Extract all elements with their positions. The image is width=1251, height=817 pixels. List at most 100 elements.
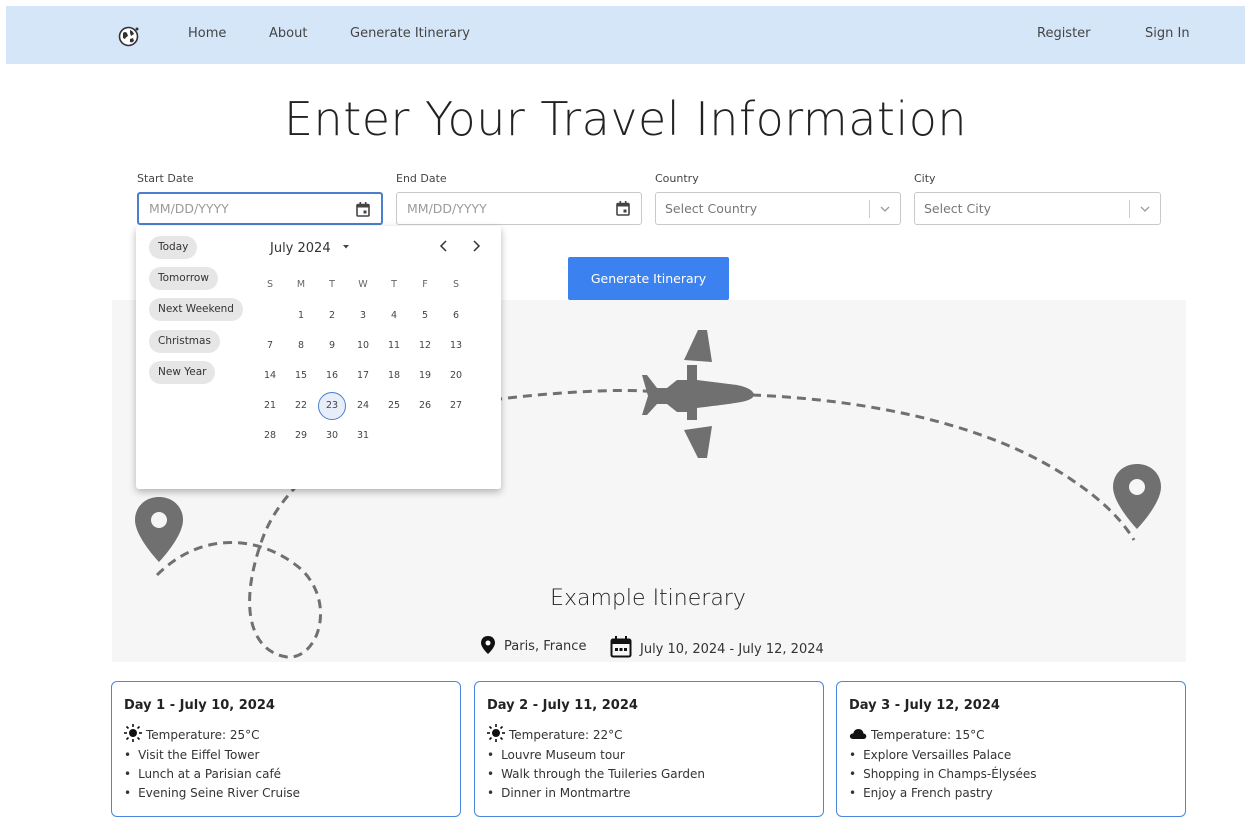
nav-register-link[interactable]: Register: [1037, 26, 1091, 41]
caret-down-icon[interactable]: [341, 242, 351, 252]
city-select[interactable]: Select City: [914, 192, 1161, 225]
activity-list: Visit the Eiffel Tower Lunch at a Parisi…: [124, 748, 300, 805]
previous-month-button[interactable]: [438, 239, 450, 257]
calendar-day[interactable]: 31: [349, 422, 377, 450]
calendar-day[interactable]: 17: [349, 362, 377, 390]
nav-generate-itinerary-link[interactable]: Generate Itinerary: [350, 26, 470, 41]
city-label: City: [914, 172, 936, 185]
calendar-day[interactable]: 3: [349, 302, 377, 330]
chevron-down-icon[interactable]: [879, 203, 891, 215]
calendar-day[interactable]: 11: [380, 332, 408, 360]
example-dates-text: July 10, 2024 - July 12, 2024: [640, 642, 824, 657]
example-itinerary-title: Example Itinerary: [550, 586, 746, 611]
end-date-label: End Date: [396, 172, 447, 185]
weekday-header: W: [358, 279, 368, 290]
calendar-day[interactable]: 8: [287, 332, 315, 360]
list-item: Enjoy a French pastry: [849, 786, 1037, 805]
list-item: Explore Versailles Palace: [849, 748, 1037, 767]
calendar-day[interactable]: 28: [256, 422, 284, 450]
chevron-left-icon[interactable]: [438, 239, 450, 253]
navbar: Home About Generate Itinerary Register S…: [6, 6, 1245, 64]
country-select-value: Select Country: [665, 201, 758, 216]
calendar-day[interactable]: 12: [411, 332, 439, 360]
month-year-label: July 2024: [270, 241, 331, 256]
calendar-day[interactable]: 2: [318, 302, 346, 330]
day-card-1: Day 1 - July 10, 2024 Temperature: 25°C …: [111, 681, 461, 817]
calendar-day[interactable]: 5: [411, 302, 439, 330]
shortcut-christmas-chip[interactable]: Christmas: [149, 330, 220, 353]
day-title: Day 2 - July 11, 2024: [487, 698, 638, 713]
list-item: Dinner in Montmartre: [487, 786, 705, 805]
select-separator: [1129, 200, 1130, 218]
day-title: Day 1 - July 10, 2024: [124, 698, 275, 713]
calendar-day-today[interactable]: 23: [318, 392, 346, 420]
calendar-day[interactable]: 16: [318, 362, 346, 390]
sun-icon: [487, 724, 505, 742]
calendar-day[interactable]: 26: [411, 392, 439, 420]
date-picker-popup: Today Tomorrow Next Weekend Christmas Ne…: [136, 226, 501, 489]
start-date-field[interactable]: [137, 192, 383, 225]
calendar-day[interactable]: 10: [349, 332, 377, 360]
example-location: Paris, France: [480, 636, 586, 654]
calendar-day[interactable]: 27: [442, 392, 470, 420]
calendar-day[interactable]: 21: [256, 392, 284, 420]
chevron-down-icon[interactable]: [1139, 203, 1151, 215]
temperature-row: Temperature: 15°C: [849, 724, 985, 742]
globe-logo-icon[interactable]: [118, 25, 140, 47]
calendar-day[interactable]: 29: [287, 422, 315, 450]
calendar-day[interactable]: 13: [442, 332, 470, 360]
calendar-day[interactable]: 22: [287, 392, 315, 420]
calendar-day[interactable]: 30: [318, 422, 346, 450]
cloud-icon: [849, 729, 867, 739]
start-date-input[interactable]: [149, 194, 343, 223]
calendar-day[interactable]: 18: [380, 362, 408, 390]
sun-icon: [124, 724, 142, 742]
calendar-day[interactable]: 1: [287, 302, 315, 330]
location-pin-icon: [481, 636, 495, 654]
city-select-value: Select City: [924, 201, 992, 216]
next-month-button[interactable]: [470, 239, 482, 257]
calendar-icon[interactable]: [356, 202, 370, 217]
weekday-header: M: [296, 279, 306, 290]
temperature-text: Temperature: 15°C: [871, 728, 985, 742]
example-location-text: Paris, France: [504, 639, 587, 654]
list-item: Walk through the Tuileries Garden: [487, 767, 705, 786]
calendar-day[interactable]: 4: [380, 302, 408, 330]
weekday-header: S: [452, 279, 460, 290]
month-year-selector[interactable]: July 2024: [270, 241, 351, 256]
nav-about-link[interactable]: About: [269, 26, 307, 41]
calendar-icon[interactable]: [616, 201, 630, 216]
calendar-day[interactable]: 25: [380, 392, 408, 420]
example-dates: July 10, 2024 - July 12, 2024: [610, 636, 824, 658]
calendar-day[interactable]: 20: [442, 362, 470, 390]
end-date-field[interactable]: [396, 192, 642, 225]
calendar-day[interactable]: 9: [318, 332, 346, 360]
page-title: Enter Your Travel Information: [283, 92, 968, 146]
location-pin-icon: [135, 497, 183, 562]
calendar-day[interactable]: 7: [256, 332, 284, 360]
weekday-header: F: [422, 279, 428, 290]
shortcut-new-year-chip[interactable]: New Year: [149, 361, 216, 384]
nav-signin-link[interactable]: Sign In: [1145, 26, 1190, 41]
weekday-header: T: [329, 279, 335, 290]
shortcut-next-weekend-chip[interactable]: Next Weekend: [149, 298, 243, 321]
temperature-row: Temperature: 22°C: [487, 724, 623, 742]
end-date-input[interactable]: [407, 193, 603, 224]
calendar-day[interactable]: 19: [411, 362, 439, 390]
nav-home-link[interactable]: Home: [188, 26, 226, 41]
activity-list: Louvre Museum tour Walk through the Tuil…: [487, 748, 705, 805]
calendar-day[interactable]: 24: [349, 392, 377, 420]
generate-itinerary-button[interactable]: Generate Itinerary: [568, 257, 729, 300]
shortcut-tomorrow-chip[interactable]: Tomorrow: [149, 267, 218, 290]
shortcut-today-chip[interactable]: Today: [149, 236, 198, 259]
weekday-header: T: [391, 279, 397, 290]
calendar-day[interactable]: 15: [287, 362, 315, 390]
calendar-day[interactable]: 6: [442, 302, 470, 330]
calendar-day[interactable]: 14: [256, 362, 284, 390]
start-date-label: Start Date: [137, 172, 194, 185]
list-item: Visit the Eiffel Tower: [124, 748, 300, 767]
chevron-right-icon[interactable]: [470, 239, 482, 253]
weekday-header: S: [266, 279, 274, 290]
country-select[interactable]: Select Country: [655, 192, 901, 225]
list-item: Shopping in Champs-Élysées: [849, 767, 1036, 786]
